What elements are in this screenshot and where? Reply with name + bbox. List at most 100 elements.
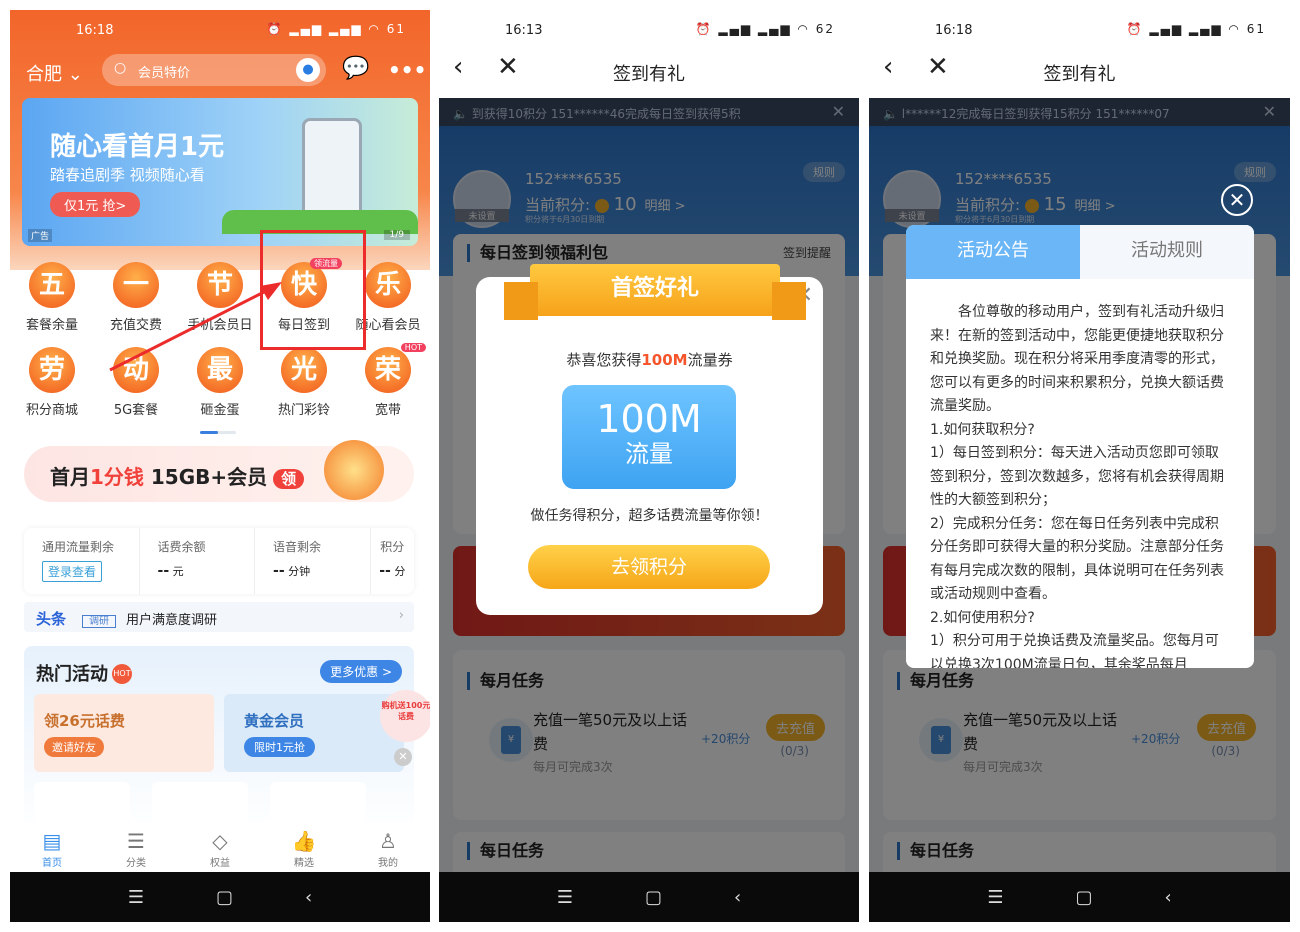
tab-category[interactable]: ☰ 分类 [94,822,178,872]
tab-home[interactable]: ▤ 首页 [10,822,94,872]
service-grid: 五套餐余量 一充值交费 节手机会员日 快每日签到 领流量 乐随心看会员 劳积分商城… [10,258,430,418]
grid-item[interactable]: 一充值交费 [94,262,178,333]
tab-benefits[interactable]: ◇ 权益 [178,822,262,872]
more-offers-button[interactable]: 更多优惠 > [320,660,402,683]
search-input[interactable]: ○ 会员特价 ● [102,54,326,86]
first-checkin-modal: ✕ 恭喜您获得100M流量券 100M流量 做任务得积分，超多话费流量等你领！ … [476,277,823,615]
diamond-icon: ◇ [212,829,228,853]
rules-button[interactable]: 规则 [1234,162,1276,182]
banner-button[interactable]: 仅1元 抢> [50,192,141,217]
promo-banner[interactable]: 首月1分钱 15GB+会员领 [24,440,414,502]
back-icon[interactable]: ‹ [1164,887,1171,908]
screen-activity-notice: 16:18 ⏰ ▂▄▆ ▂▄▆ ◠ 61 ‹ ✕ 签到有礼 🔈 l******12完成… [869,10,1290,922]
page-title: 签到有礼 [613,64,685,85]
task-item: ¥ 充值一笔50元及以上话费 每月可完成3次 +20积分 去充值 (0/3) [883,704,1276,784]
ad-banner[interactable]: 随心看首月1元 踏春追剧季 视频随心看 仅1元 抢> 广告 1/9 [22,98,418,246]
close-circle-icon[interactable]: ✕ [1221,184,1253,216]
user-phone: 152****6535 [525,170,622,188]
task-item: ¥ 充值一笔50元及以上话费 每月可完成3次 +20积分 去充值 (0/3) [453,704,845,784]
tab-featured[interactable]: 👍 精选 [262,822,346,872]
grid-item[interactable]: 荣宽带 HOT [346,343,430,418]
rules-button[interactable]: 规则 [803,162,845,182]
floating-promo[interactable]: 购机送100元话费 [380,690,430,742]
status-bar: 16:18 ⏰ ▂▄▆ ▂▄▆ ◠ 61 [10,10,430,46]
page-dots [200,431,236,434]
microphone-icon[interactable]: ● [296,58,320,82]
city-selector[interactable]: 合肥 ⌄ [26,60,83,86]
wallet-icon: ¥ [489,718,533,762]
congrats-text: 恭喜您获得100M流量券 [566,351,733,369]
grid-item[interactable]: 节手机会员日 [178,262,262,333]
activity-card[interactable]: 黄金会员 限时1元抢 [224,694,404,772]
grid-item[interactable]: 劳积分商城 [10,347,94,418]
menu-icon[interactable]: ☰ [128,887,144,908]
avatar[interactable]: 未设置 [883,170,941,228]
close-icon[interactable]: ✕ [1263,102,1276,121]
search-icon: ○ [114,60,127,76]
user-phone: 152****6535 [955,170,1052,188]
home-button-icon[interactable]: ▢ [1075,887,1092,908]
activity-card[interactable]: 领26元话费 邀请好友 [34,694,214,772]
page-title: 签到有礼 [1043,64,1116,85]
claim-button[interactable]: 领 [273,469,305,489]
status-bar: 16:18 ⏰ ▂▄▆ ▂▄▆ ◠ 61 [935,22,1266,38]
monthly-tasks: 每月任务 ¥ 充值一笔50元及以上话费 每月可完成3次 +20积分 去充值 (0/3) [883,650,1276,820]
tab-activity-notice[interactable]: 活动公告 [906,225,1080,279]
home-button-icon[interactable]: ▢ [645,887,662,908]
notice-text: 各位尊敬的移动用户，签到有礼活动升级归来！在新的签到活动中，您能更便捷地获取积分… [930,304,1224,668]
grid-item-daily-checkin[interactable]: 快每日签到 领流量 [262,258,346,333]
coupon: 100M 流量 [562,385,736,489]
system-nav-bar: ☰ ▢ ‹ [10,872,430,922]
grid-item[interactable]: 最砸金蛋 [178,347,262,418]
close-icon[interactable]: ✕ [832,102,845,121]
screen-checkin-gift: 16:13 ⏰ ▂▄▆ ▂▄▆ ◠ 62 ‹ ✕ 签到有礼 🔈 到获得10积分 151… [439,10,859,922]
home-button-icon[interactable]: ▢ [216,887,233,908]
login-view-button[interactable]: 登录查看 [42,561,103,582]
activity-tile[interactable] [270,782,366,822]
gift-icon [324,440,384,500]
recharge-button[interactable]: 去充值 [765,714,825,741]
menu-icon[interactable]: ☰ [557,887,573,908]
get-points-button[interactable]: 去领积分 [528,545,770,589]
ticker: 🔈 l******12完成每日签到获得15积分 151******07 ✕ [869,98,1290,126]
wallet-icon: ¥ [919,718,963,762]
banner-title: 随心看首月1元 [50,132,225,162]
more-icon[interactable]: ••• [388,58,426,82]
headline-bar[interactable]: 头条 调研 用户满意度调研 › [24,602,414,632]
ad-label: 广告 [28,229,53,242]
grid-item[interactable]: 乐随心看会员 [346,262,430,333]
menu-icon[interactable]: ☰ [987,887,1003,908]
user-icon: ♙ [379,829,397,853]
recharge-button[interactable]: 去充值 [1196,714,1256,741]
reminder-toggle[interactable]: 签到提醒 [783,244,831,261]
status-time: 16:18 [76,23,114,38]
section-title: 热门活动 [36,664,108,685]
points-detail-link[interactable]: 明细 > [645,199,686,214]
activity-tile[interactable] [152,782,248,822]
back-icon[interactable]: ‹ [734,887,741,908]
system-nav-bar: ☰ ▢ ‹ [439,872,859,922]
close-icon[interactable]: ✕ [394,748,412,766]
avatar[interactable]: 未设置 [453,170,511,228]
points-expiry: 积分将于6月30日到期 [525,215,605,224]
home-icon: ▤ [42,829,62,853]
message-icon[interactable]: 💬 [342,56,369,81]
status-bar: 16:13 ⏰ ▂▄▆ ▂▄▆ ◠ 62 [505,22,835,38]
hot-badge: HOT [400,343,426,352]
screen-home: 16:18 ⏰ ▂▄▆ ▂▄▆ ◠ 61 合肥 ⌄ ○ 会员特价 ● 💬 ••• 随心… [10,10,430,922]
grid-badge: 领流量 [310,258,342,269]
phone-illustration [302,118,362,222]
grid-item[interactable]: 光热门彩铃 [262,347,346,418]
points-detail-link[interactable]: 明细 > [1075,199,1116,214]
grid-item[interactable]: 动 5G套餐 [94,347,178,418]
chevron-down-icon: ⌄ [67,64,83,85]
points-expiry: 积分将于6月30日到期 [955,215,1035,224]
tab-activity-rules[interactable]: 活动规则 [1080,225,1254,279]
activity-tile[interactable] [34,782,130,822]
tab-mine[interactable]: ♙ 我的 [346,822,430,872]
account-stats: 通用流量剩余 登录查看 话费余额 -- 元 语音剩余 -- 分钟 积分 -- 分 [24,528,414,594]
category-icon: ☰ [127,829,145,853]
bottom-tab-bar: ▤ 首页 ☰ 分类 ◇ 权益 👍 精选 ♙ 我的 [10,822,430,872]
grid-item[interactable]: 五套餐余量 [10,262,94,333]
back-icon[interactable]: ‹ [305,887,312,908]
